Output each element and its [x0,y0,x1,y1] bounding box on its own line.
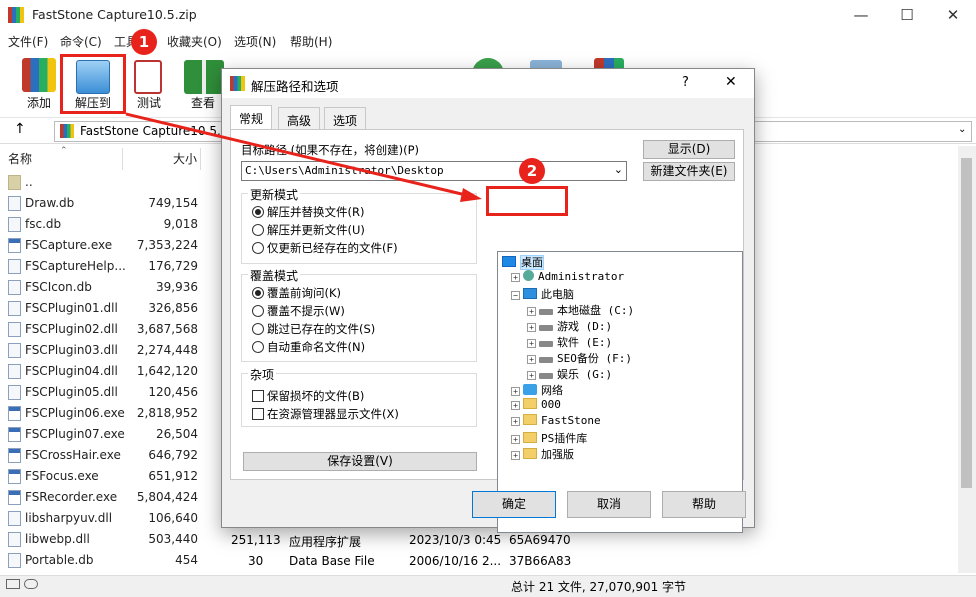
annotation-arrow [125,112,482,202]
arrow-line [125,112,471,198]
arrowhead-icon [460,188,482,202]
